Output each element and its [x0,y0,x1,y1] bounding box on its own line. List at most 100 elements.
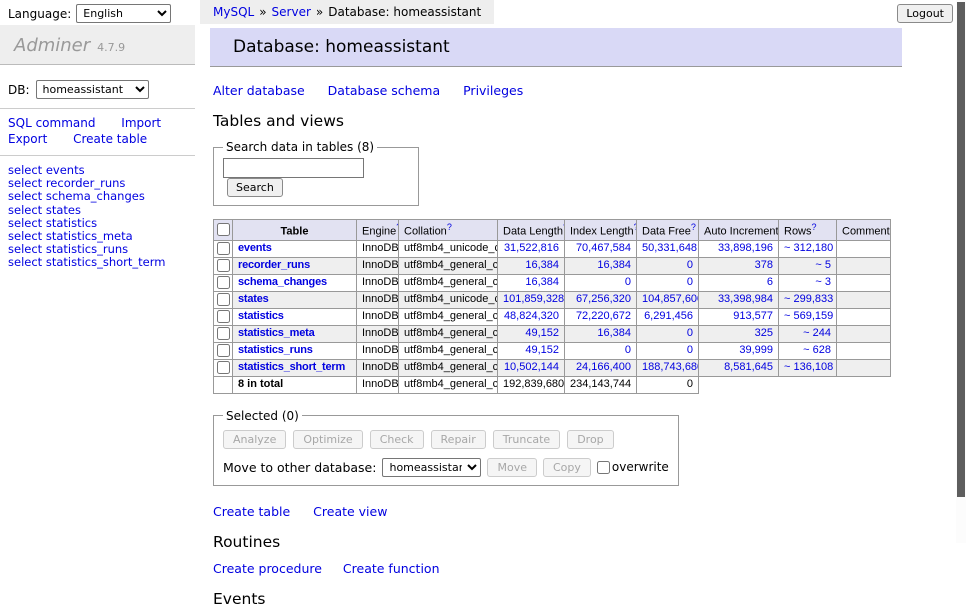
row-checkbox[interactable] [217,344,230,357]
create-procedure-link[interactable]: Create procedure [213,561,322,576]
rows-count-link[interactable]: ~ 3 [815,276,831,288]
selected-action-button[interactable]: Repair [431,430,486,449]
row-checkbox[interactable] [217,259,230,272]
index-length-link[interactable]: 67,256,320 [576,293,631,305]
row-checkbox[interactable] [217,361,230,374]
data-free-link[interactable]: 6,291,456 [644,310,693,322]
table-name-link[interactable]: statistics_runs [238,344,313,356]
sidebar-select-link[interactable]: select states [8,204,187,217]
column-help-link[interactable]: ? [812,222,817,232]
sidebar-select-link[interactable]: select schema_changes [8,190,187,203]
auto-increment-link[interactable]: 33,398,984 [718,293,773,305]
sidebar-select-link[interactable]: select statistics_short_term [8,256,187,269]
index-length-link[interactable]: 16,384 [597,259,631,271]
row-checkbox[interactable] [217,293,230,306]
data-free-link[interactable]: 50,331,648 [642,242,697,254]
overwrite-checkbox[interactable] [597,461,610,474]
table-name-link[interactable]: statistics_meta [238,327,315,339]
selected-action-button[interactable]: Check [370,430,424,449]
data-free-link[interactable]: 0 [687,327,693,339]
index-length-link[interactable]: 0 [625,344,631,356]
data-free-link[interactable]: 104,857,600 [642,293,699,305]
row-checkbox[interactable] [217,310,230,323]
language-select[interactable]: English [76,4,171,23]
table-name-link[interactable]: statistics [238,310,284,322]
table-name-link[interactable]: states [238,293,269,305]
index-length-link[interactable]: 0 [625,276,631,288]
row-checkbox[interactable] [217,327,230,340]
selected-action-button[interactable]: Truncate [493,430,560,449]
alter-database-link[interactable]: Alter database [213,83,305,98]
rows-count-link[interactable]: ~ 136,108 [784,361,833,373]
selected-action-button[interactable]: Optimize [293,430,362,449]
move-button[interactable]: Move [487,458,537,477]
db-select[interactable]: homeassistant [36,80,149,99]
table-header-row: Table Engine? Collation? Data Length? In… [214,220,891,241]
index-length-link[interactable]: 24,166,400 [576,361,631,373]
data-free-cell: 0 [637,257,699,274]
auto-increment-link[interactable]: 325 [755,327,773,339]
rows-count-link[interactable]: ~ 628 [803,344,831,356]
auto-increment-link[interactable]: 378 [755,259,773,271]
selected-action-button[interactable]: Drop [567,430,613,449]
row-checkbox[interactable] [217,242,230,255]
select-all-checkbox[interactable] [217,223,230,236]
database-schema-link[interactable]: Database schema [328,83,440,98]
row-checkbox[interactable] [217,276,230,289]
rows-count-link[interactable]: ~ 299,833 [784,293,833,305]
selected-action-button[interactable]: Analyze [223,430,286,449]
total-label-cell: 8 in total [233,376,357,393]
breadcrumb-link-mysql[interactable]: MySQL [213,5,254,19]
row-checkbox-cell [214,342,233,359]
scrollbar-thumb[interactable] [957,2,965,497]
column-help-link[interactable]: ? [691,222,696,232]
sidebar-link-export[interactable]: Export [8,132,47,146]
data-length-link[interactable]: 16,384 [525,276,559,288]
create-table-link[interactable]: Create table [213,504,290,519]
auto-increment-link[interactable]: 913,577 [733,310,773,322]
index-length-link[interactable]: 16,384 [597,327,631,339]
table-name-link[interactable]: statistics_short_term [238,361,345,373]
data-length-link[interactable]: 49,152 [525,344,559,356]
move-database-select[interactable]: homeassistant [382,458,481,477]
sidebar-link-sql-command[interactable]: SQL command [8,116,95,130]
create-view-link[interactable]: Create view [313,504,387,519]
search-button[interactable]: Search [227,178,283,197]
row-checkbox-cell [214,308,233,325]
engine-cell: InnoDB [357,274,399,291]
data-length-link[interactable]: 48,824,320 [504,310,559,322]
data-length-link[interactable]: 101,859,328 [503,293,564,305]
logout-button[interactable]: Logout [897,4,953,23]
data-length-link[interactable]: 49,152 [525,327,559,339]
data-free-link[interactable]: 188,743,680 [642,361,699,373]
copy-button[interactable]: Copy [543,458,591,477]
create-function-link[interactable]: Create function [343,561,440,576]
rows-count-link[interactable]: ~ 244 [803,327,831,339]
auto-increment-link[interactable]: 39,999 [739,344,773,356]
data-free-link[interactable]: 0 [687,259,693,271]
data-length-link[interactable]: 31,522,816 [504,242,559,254]
index-length-link[interactable]: 72,220,672 [576,310,631,322]
sidebar-link-import[interactable]: Import [121,116,161,130]
table-name-link[interactable]: recorder_runs [238,259,310,271]
index-length-link[interactable]: 70,467,584 [576,242,631,254]
data-free-link[interactable]: 0 [687,344,693,356]
table-name-link[interactable]: events [238,242,272,254]
table-name-link[interactable]: schema_changes [238,276,327,288]
column-help-link[interactable]: ? [890,222,891,232]
privileges-link[interactable]: Privileges [463,83,523,98]
rows-count-link[interactable]: ~ 312,180 [784,242,833,254]
rows-count-link[interactable]: ~ 5 [815,259,831,271]
column-help-link[interactable]: ? [447,222,452,232]
search-input[interactable] [223,158,364,178]
breadcrumb-link-server[interactable]: Server [272,5,311,19]
data-length-cell: 16,384 [498,257,565,274]
auto-increment-link[interactable]: 8,581,645 [724,361,773,373]
data-length-link[interactable]: 10,502,144 [504,361,559,373]
data-free-link[interactable]: 0 [687,276,693,288]
sidebar-link-create-table[interactable]: Create table [73,132,147,146]
data-length-link[interactable]: 16,384 [525,259,559,271]
auto-increment-link[interactable]: 6 [767,276,773,288]
rows-count-link[interactable]: ~ 569,159 [784,310,833,322]
auto-increment-link[interactable]: 33,898,196 [718,242,773,254]
